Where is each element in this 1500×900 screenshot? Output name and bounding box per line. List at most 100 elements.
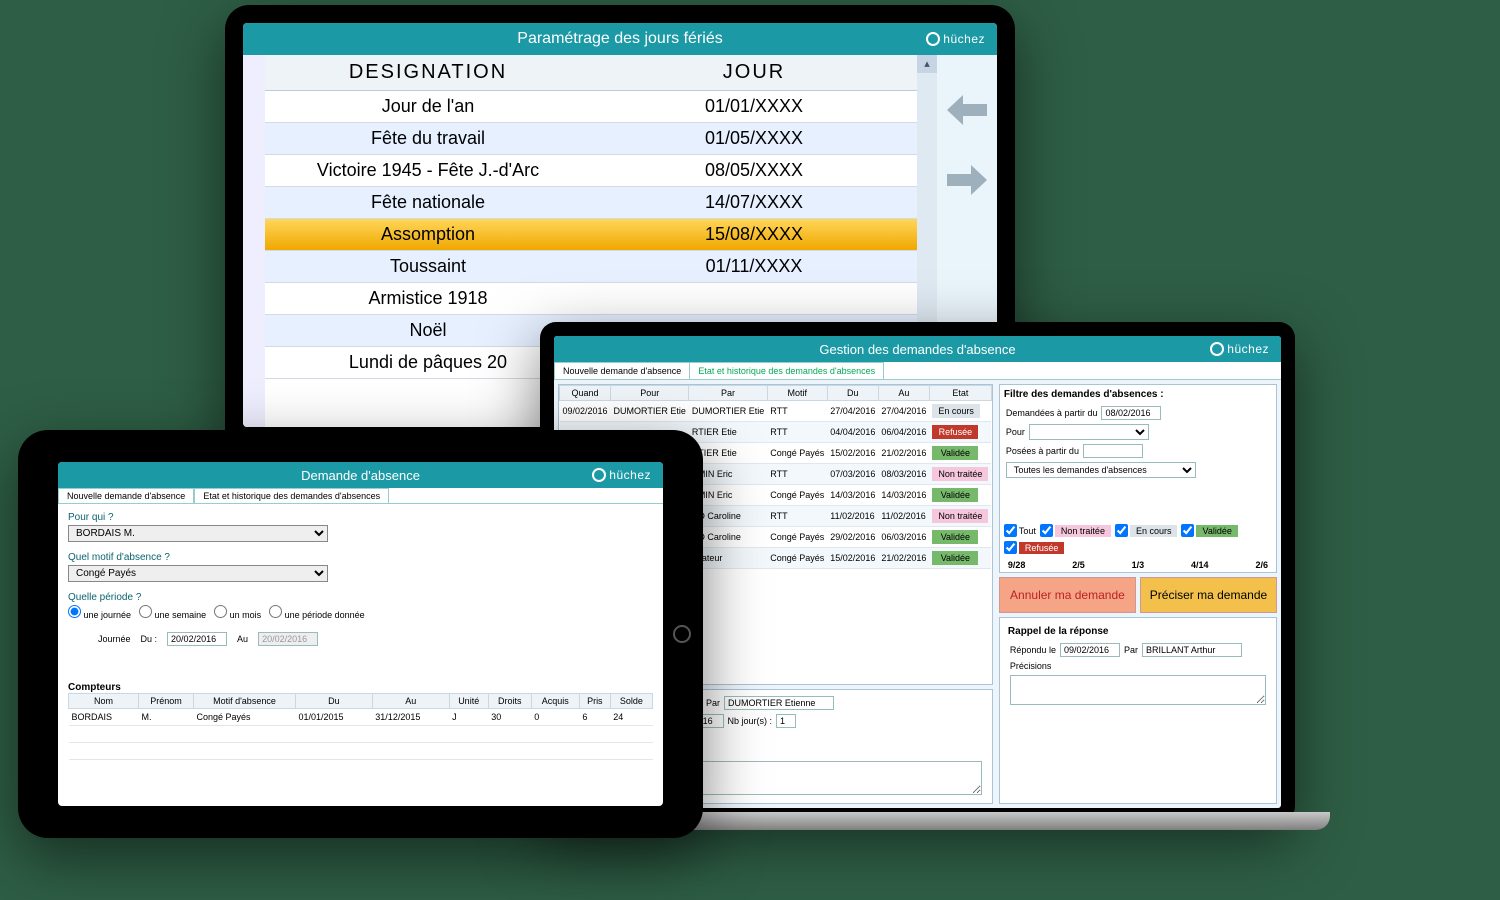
tab-historique[interactable]: Etat et historique des demandes d'absenc… bbox=[194, 488, 389, 503]
w2-title: Gestion des demandes d'absence bbox=[819, 342, 1015, 357]
holiday-name: Toussaint bbox=[265, 251, 591, 282]
date-au bbox=[258, 632, 318, 646]
period-option[interactable]: un mois bbox=[214, 605, 261, 620]
holiday-row[interactable]: Toussaint01/11/XXXX bbox=[265, 251, 917, 283]
col-header: Solde bbox=[610, 694, 652, 709]
col-header[interactable]: Pour bbox=[611, 386, 689, 401]
status-badge: En cours bbox=[932, 404, 980, 418]
lbl-reply-prec: Précisions bbox=[1010, 661, 1052, 671]
lbl-motif: Quel motif d'absence ? bbox=[68, 552, 653, 563]
holiday-row[interactable]: Fête nationale14/07/XXXX bbox=[265, 187, 917, 219]
reply-panel: Rappel de la réponse Répondu le Par Préc… bbox=[999, 617, 1277, 804]
date-du[interactable] bbox=[167, 632, 227, 646]
holiday-row[interactable]: Armistice 1918 bbox=[265, 283, 917, 315]
lbl-periode: Quelle période ? bbox=[68, 592, 653, 603]
period-radios: une journée une semaine un mois une péri… bbox=[68, 605, 653, 620]
col-header: Pris bbox=[579, 694, 610, 709]
filter-panel: Filtre des demandes d'absences : Demandé… bbox=[999, 384, 1277, 573]
prev-arrow-icon[interactable] bbox=[947, 95, 987, 125]
w2-tabs: Nouvelle demande d'absence Etat et histo… bbox=[554, 362, 1281, 380]
col-header: Acquis bbox=[531, 694, 579, 709]
action-buttons: Annuler ma demande Préciser ma demande bbox=[999, 577, 1277, 613]
reply-precisions[interactable] bbox=[1010, 675, 1266, 705]
status-badge: Non traitée bbox=[932, 467, 988, 481]
holiday-date: 08/05/XXXX bbox=[591, 155, 917, 186]
status-badge: Refusée bbox=[932, 425, 978, 439]
tab-nouvelle[interactable]: Nouvelle demande d'absence bbox=[58, 488, 194, 503]
detail-nbj[interactable] bbox=[776, 714, 796, 728]
w3-titlebar: Demande d'absence hüchez bbox=[58, 462, 663, 488]
lbl-who: Pour qui ? bbox=[68, 512, 653, 523]
filter-posees[interactable] bbox=[1083, 444, 1143, 458]
col-jour[interactable]: JOUR bbox=[591, 55, 917, 90]
brand-logo: hüchez bbox=[592, 468, 651, 482]
next-arrow-icon[interactable] bbox=[947, 165, 987, 195]
lbl-reply-par: Par bbox=[1124, 645, 1138, 655]
tablet-device: Demande d'absence hüchez Nouvelle demand… bbox=[18, 430, 703, 838]
chk-validee[interactable]: Validée bbox=[1181, 524, 1237, 537]
w1-header-row: DESIGNATION JOUR bbox=[265, 55, 917, 91]
filter-scope[interactable]: Toutes les demandes d'absences bbox=[1006, 462, 1196, 478]
period-option[interactable]: une semaine bbox=[139, 605, 206, 620]
w3-title: Demande d'absence bbox=[301, 468, 420, 483]
col-header[interactable]: Etat bbox=[929, 386, 991, 401]
chk-encours[interactable]: En cours bbox=[1115, 524, 1178, 537]
filter-title: Filtre des demandes d'absences : bbox=[1000, 385, 1276, 404]
precise-button[interactable]: Préciser ma demande bbox=[1140, 577, 1277, 613]
lbl-journee: Journée bbox=[98, 634, 131, 644]
period-option[interactable]: une période donnée bbox=[269, 605, 365, 620]
holiday-name: Assomption bbox=[265, 219, 591, 250]
col-designation[interactable]: DESIGNATION bbox=[265, 55, 591, 90]
lbl-posees: Posées à partir du bbox=[1006, 446, 1079, 456]
compteurs-table: NomPrénomMotif d'absenceDuAuUnitéDroitsA… bbox=[68, 693, 653, 760]
holiday-date: 15/08/XXXX bbox=[591, 219, 917, 250]
holiday-row[interactable]: Jour de l'an01/01/XXXX bbox=[265, 91, 917, 123]
request-row[interactable]: 09/02/2016DUMORTIER EtieDUMORTIER EtieRT… bbox=[560, 401, 992, 422]
holiday-row[interactable]: Fête du travail01/05/XXXX bbox=[265, 123, 917, 155]
status-counts: 9/28 2/5 1/3 4/14 2/6 bbox=[1000, 558, 1276, 572]
lbl-au3: Au bbox=[237, 634, 248, 644]
status-badge: Validée bbox=[932, 530, 978, 544]
w1-gutter bbox=[243, 55, 265, 427]
chk-refusee[interactable]: Refusée bbox=[1004, 541, 1065, 554]
holiday-name: Jour de l'an bbox=[265, 91, 591, 122]
cancel-button[interactable]: Annuler ma demande bbox=[999, 577, 1136, 613]
holiday-date bbox=[591, 283, 917, 314]
motif-select[interactable]: Congé Payés bbox=[68, 565, 328, 582]
home-button-icon[interactable] bbox=[673, 625, 691, 643]
holiday-date: 01/05/XXXX bbox=[591, 123, 917, 154]
tab-historique[interactable]: Etat et historique des demandes d'absenc… bbox=[689, 362, 884, 379]
holiday-name: Armistice 1918 bbox=[265, 283, 591, 314]
reply-par[interactable] bbox=[1142, 643, 1242, 657]
chk-nontraitee[interactable]: Non traitée bbox=[1040, 524, 1111, 537]
compteur-row: BORDAISM.Congé Payés01/01/201531/12/2015… bbox=[69, 709, 653, 726]
tab-nouvelle[interactable]: Nouvelle demande d'absence bbox=[554, 362, 690, 379]
holiday-row[interactable]: Victoire 1945 - Fête J.-d'Arc08/05/XXXX bbox=[265, 155, 917, 187]
who-select[interactable]: BORDAIS M. bbox=[68, 525, 328, 542]
col-header[interactable]: Du bbox=[827, 386, 878, 401]
holiday-name: Fête nationale bbox=[265, 187, 591, 218]
status-badge: Validée bbox=[932, 551, 978, 565]
w1-title: Paramétrage des jours fériés bbox=[517, 30, 722, 48]
col-header[interactable]: Au bbox=[878, 386, 929, 401]
status-legend: Tout Non traitée En cours Validée Refusé… bbox=[1000, 520, 1276, 558]
chk-tout[interactable]: Tout bbox=[1004, 524, 1036, 537]
detail-par[interactable] bbox=[724, 696, 834, 710]
holiday-name: Victoire 1945 - Fête J.-d'Arc bbox=[265, 155, 591, 186]
scroll-up-icon[interactable]: ▴ bbox=[917, 55, 937, 73]
brand-logo: hüchez bbox=[926, 32, 985, 46]
filter-datefrom[interactable] bbox=[1101, 406, 1161, 420]
col-header[interactable]: Par bbox=[689, 386, 767, 401]
filter-pour[interactable] bbox=[1029, 424, 1149, 440]
col-header[interactable]: Quand bbox=[560, 386, 611, 401]
reply-date[interactable] bbox=[1060, 643, 1120, 657]
lbl-reply-date: Répondu le bbox=[1010, 645, 1056, 655]
status-badge: Validée bbox=[932, 446, 978, 460]
holiday-row[interactable]: Assomption15/08/XXXX bbox=[265, 219, 917, 251]
col-header: Nom bbox=[69, 694, 139, 709]
holiday-date: 01/01/XXXX bbox=[591, 91, 917, 122]
col-header[interactable]: Motif bbox=[767, 386, 827, 401]
col-header: Au bbox=[372, 694, 449, 709]
w1-titlebar: Paramétrage des jours fériés hüchez bbox=[243, 23, 997, 55]
period-option[interactable]: une journée bbox=[68, 605, 131, 620]
